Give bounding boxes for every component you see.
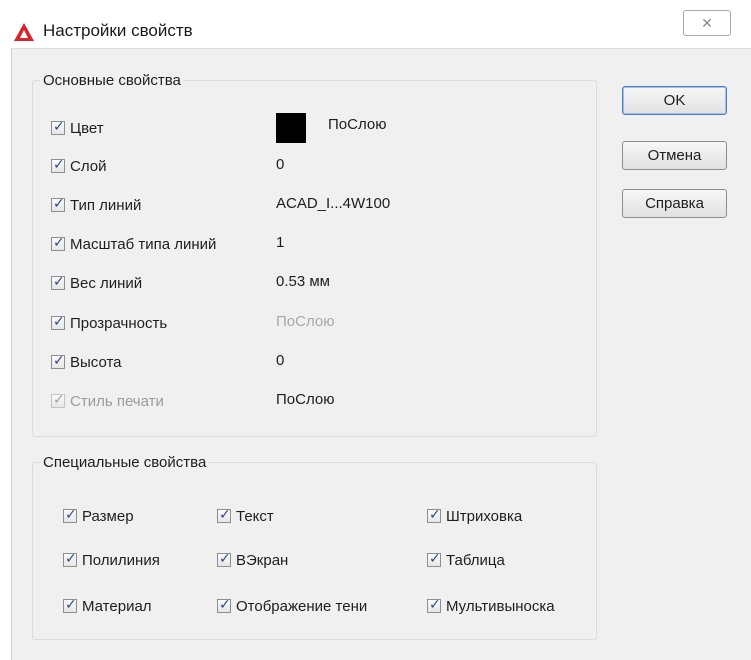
checkbox-checked-icon[interactable] <box>51 195 65 212</box>
checkbox-checked-icon[interactable] <box>427 596 441 613</box>
dialog-body: Основные свойства Цвет ПоСлою Слой 0 Тип… <box>11 48 751 660</box>
checkbox-color[interactable]: Цвет <box>51 116 104 140</box>
checkbox-checked-icon[interactable] <box>217 550 231 567</box>
checkbox-label: Таблица <box>446 551 505 569</box>
layer-value: 0 <box>276 156 285 173</box>
special-properties-legend: Специальные свойства <box>43 454 207 471</box>
checkbox-layer[interactable]: Слой <box>51 154 106 178</box>
checkbox-label: Тип линий <box>70 196 142 214</box>
autocad-logo-icon <box>14 23 34 41</box>
property-settings-dialog: Настройки свойств ✕ Основные свойства Цв… <box>0 0 751 660</box>
checkbox-label: Цвет <box>70 119 104 137</box>
checkbox-checked-icon[interactable] <box>63 550 77 567</box>
window-title: Настройки свойств <box>43 21 193 40</box>
checkbox-checked-icon[interactable] <box>63 596 77 613</box>
cancel-button[interactable]: Отмена <box>622 141 727 170</box>
lineweight-value: 0.53 мм <box>276 273 330 290</box>
checkbox-material[interactable]: Материал <box>63 594 152 618</box>
checkbox-transparency[interactable]: Прозрачность <box>51 311 167 335</box>
checkbox-text[interactable]: Текст <box>217 504 274 528</box>
close-button[interactable]: ✕ <box>683 10 731 36</box>
checkbox-thickness[interactable]: Высота <box>51 350 122 374</box>
checkbox-checked-icon[interactable] <box>51 352 65 369</box>
checkbox-label: Стиль печати <box>70 392 164 410</box>
checkbox-checked-icon[interactable] <box>51 234 65 251</box>
color-swatch <box>276 113 306 143</box>
checkbox-checked-icon[interactable] <box>51 118 65 135</box>
checkbox-label: Масштаб типа линий <box>70 235 217 253</box>
ok-button[interactable]: OK <box>622 86 727 115</box>
checkbox-checked-icon[interactable] <box>217 596 231 613</box>
checkbox-label: Слой <box>70 157 107 175</box>
checkbox-checked-icon[interactable] <box>427 550 441 567</box>
checkbox-label: Прозрачность <box>70 314 168 332</box>
checkbox-polyline[interactable]: Полилиния <box>63 548 160 572</box>
checkbox-label: Полилиния <box>82 551 160 569</box>
checkbox-label: Штриховка <box>446 507 523 525</box>
checkbox-checked-icon[interactable] <box>427 506 441 523</box>
checkbox-label: Размер <box>82 507 134 525</box>
checkbox-table[interactable]: Таблица <box>427 548 505 572</box>
checkbox-hatch[interactable]: Штриховка <box>427 504 522 528</box>
color-value: ПоСлою <box>328 116 387 133</box>
linetype-value: ACAD_I...4W100 <box>276 195 391 212</box>
checkbox-checked-icon[interactable] <box>217 506 231 523</box>
checkbox-disabled-checked-icon <box>51 391 65 408</box>
checkbox-checked-icon[interactable] <box>63 506 77 523</box>
checkbox-label: Мультивыноска <box>446 597 555 615</box>
help-button[interactable]: Справка <box>622 189 727 218</box>
checkbox-viewport[interactable]: ВЭкран <box>217 548 288 572</box>
checkbox-linetype-scale[interactable]: Масштаб типа линий <box>51 232 216 256</box>
checkbox-shadow-display[interactable]: Отображение тени <box>217 594 367 618</box>
checkbox-checked-icon[interactable] <box>51 273 65 290</box>
close-icon: ✕ <box>701 15 713 31</box>
checkbox-lineweight[interactable]: Вес линий <box>51 271 142 295</box>
basic-properties-legend: Основные свойства <box>43 72 181 89</box>
transparency-value: ПоСлою <box>276 313 335 330</box>
checkbox-label: Высота <box>70 353 122 371</box>
checkbox-label: Вес линий <box>70 274 143 292</box>
checkbox-label: Текст <box>236 507 274 525</box>
checkbox-linetype[interactable]: Тип линий <box>51 193 141 217</box>
checkbox-label: Отображение тени <box>236 597 368 615</box>
title-bar: Настройки свойств ✕ <box>0 0 751 48</box>
plot-style-value: ПоСлою <box>276 391 335 408</box>
checkbox-checked-icon[interactable] <box>51 313 65 330</box>
checkbox-dimension[interactable]: Размер <box>63 504 134 528</box>
linetype-scale-value: 1 <box>276 234 285 251</box>
checkbox-checked-icon[interactable] <box>51 156 65 173</box>
checkbox-label: Материал <box>82 597 152 615</box>
checkbox-multileader[interactable]: Мультивыноска <box>427 594 555 618</box>
thickness-value: 0 <box>276 352 285 369</box>
checkbox-plot-style: Стиль печати <box>51 389 164 413</box>
checkbox-label: ВЭкран <box>236 551 289 569</box>
